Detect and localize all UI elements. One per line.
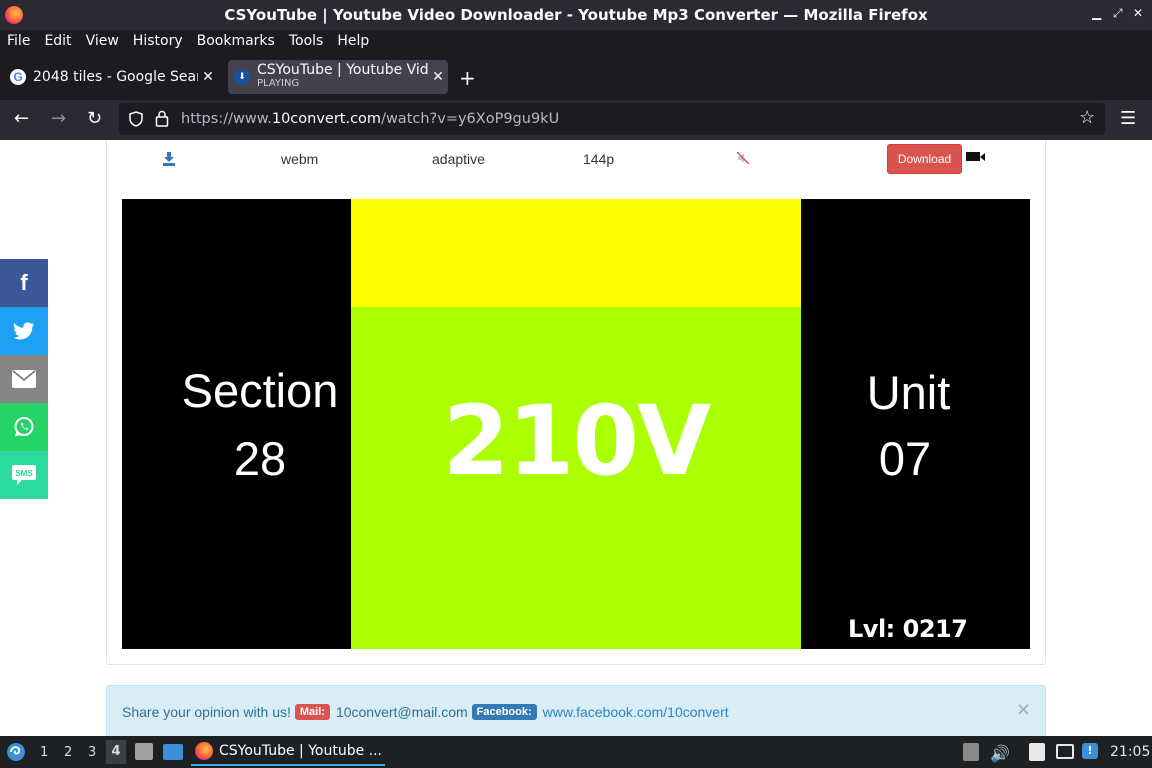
minimize-icon[interactable]: ▁ — [1092, 6, 1101, 20]
video-green-area: 210V — [351, 307, 801, 649]
tab-label: CSYouTube | Youtube Video Downloader — [257, 63, 428, 77]
format-cell: webm — [281, 151, 319, 167]
download-site-icon: ⬇ — [234, 69, 250, 85]
menu-file[interactable]: File — [7, 33, 30, 49]
email-share-button[interactable] — [0, 355, 48, 403]
file-manager-icon[interactable] — [135, 743, 153, 760]
firefox-taskbar-icon — [195, 742, 213, 760]
alert-message: Share your opinion with us! — [122, 704, 291, 720]
download-icon[interactable] — [163, 152, 175, 166]
unit-label: Unit — [866, 366, 951, 419]
facebook-share-button[interactable]: f — [0, 259, 48, 307]
video-player[interactable]: Section 28 210V Unit 07 Lvl: 0217 — [122, 199, 1030, 649]
email-icon — [12, 370, 36, 388]
level-text: Lvl: 0217 — [848, 615, 968, 643]
svg-text:SMS: SMS — [15, 469, 33, 478]
back-icon[interactable]: ← — [14, 108, 29, 129]
bookmark-star-icon[interactable]: ☆ — [1079, 107, 1095, 128]
section-number: 28 — [233, 432, 287, 485]
feedback-alert: Share your opinion with us! Mail: 10conv… — [106, 685, 1046, 736]
window-titlebar: CSYouTube | Youtube Video Downloader - Y… — [0, 0, 1152, 30]
whatsapp-share-button[interactable] — [0, 403, 48, 451]
new-tab-icon[interactable]: + — [459, 66, 476, 90]
network-icon[interactable] — [1056, 744, 1074, 759]
mail-badge: Mail: — [294, 704, 330, 720]
navigation-bar: ← → ↻ https://www.10convert.com/watch?v=… — [0, 100, 1152, 140]
alert-message-line: Share your opinion with us! Mail: 10conv… — [122, 704, 729, 720]
clipboard-icon[interactable] — [1029, 743, 1045, 761]
menu-bookmarks[interactable]: Bookmarks — [197, 33, 275, 49]
lock-icon[interactable] — [155, 110, 169, 127]
muted-audio-icon — [737, 152, 749, 164]
tab-bar: G 2048 tiles - Google Search ✕ ⬇ CSYouTu… — [0, 52, 1152, 100]
url-path: /watch?v=y6XoP9gu9kU — [381, 111, 560, 127]
show-desktop-icon[interactable] — [163, 744, 183, 760]
whatsapp-icon — [14, 417, 34, 437]
facebook-badge: Facebook: — [471, 704, 537, 720]
url-bar[interactable]: https://www.10convert.com/watch?v=y6XoP9… — [119, 103, 1105, 135]
workspace-3[interactable]: 3 — [88, 745, 96, 760]
quality-cell: 144p — [583, 151, 615, 167]
type-cell: adaptive — [432, 151, 485, 167]
url-text[interactable]: https://www.10convert.com/watch?v=y6XoP9… — [181, 111, 559, 127]
facebook-link[interactable]: www.facebook.com/10convert — [543, 704, 729, 720]
window-title: CSYouTube | Youtube Video Downloader - Y… — [224, 6, 928, 24]
url-domain: 10convert.com — [271, 111, 382, 127]
video-left-panel: Section 28 — [122, 199, 351, 649]
tab-google-search[interactable]: G 2048 tiles - Google Search ✕ — [4, 60, 218, 94]
workspace-4[interactable]: 4 — [106, 740, 126, 764]
hamburger-menu-icon[interactable]: ☰ — [1120, 108, 1136, 129]
twitter-icon — [13, 322, 35, 340]
notification-icon[interactable]: ! — [1082, 743, 1098, 759]
tab-text: CSYouTube | Youtube Video Downloader PLA… — [257, 63, 428, 91]
tab-label: 2048 tiles - Google Search — [33, 69, 198, 85]
close-alert-icon[interactable]: ✕ — [1016, 700, 1031, 721]
video-yellow-band — [351, 199, 801, 307]
menu-view[interactable]: View — [86, 33, 119, 49]
url-prefix: https://www. — [181, 111, 272, 127]
volume-icon[interactable]: 🔊 — [990, 744, 1010, 763]
start-menu-icon[interactable] — [6, 742, 26, 762]
shield-icon[interactable] — [129, 111, 143, 127]
menu-history[interactable]: History — [133, 33, 183, 49]
menu-edit[interactable]: Edit — [44, 33, 71, 49]
tray-arrow-icon[interactable] — [963, 743, 979, 761]
forward-icon[interactable]: → — [51, 108, 66, 129]
twitter-share-button[interactable] — [0, 307, 48, 355]
section-label: Section — [181, 364, 339, 417]
video-center-text: 210V — [442, 385, 712, 497]
download-button[interactable]: Download — [887, 144, 962, 174]
clock: 21:05 — [1110, 744, 1151, 760]
taskbar-firefox-app[interactable]: CSYouTube | Youtube ... — [191, 738, 385, 766]
close-tab-icon[interactable]: ✕ — [198, 69, 218, 85]
facebook-icon: f — [20, 270, 28, 295]
tab-csyoutube[interactable]: ⬇ CSYouTube | Youtube Video Downloader P… — [228, 60, 448, 94]
menu-bar: File Edit View History Bookmarks Tools H… — [0, 30, 1152, 52]
workspace-2[interactable]: 2 — [64, 745, 72, 760]
unit-number: 07 — [878, 432, 932, 485]
page-content: webm adaptive 144p Download Section 28 2… — [0, 140, 1152, 736]
menu-tools[interactable]: Tools — [289, 33, 324, 49]
sms-icon: SMS — [12, 465, 36, 485]
close-window-icon[interactable]: ✕ — [1133, 6, 1143, 20]
tab-playing-label: PLAYING — [257, 78, 300, 89]
close-tab-icon[interactable]: ✕ — [428, 69, 448, 85]
video-right-panel: Unit 07 Lvl: 0217 — [801, 199, 1030, 649]
sms-share-button[interactable]: SMS — [0, 451, 48, 499]
system-taskbar: 1 2 3 4 CSYouTube | Youtube ... 🔊 ! 21:0… — [0, 736, 1152, 768]
menu-help[interactable]: Help — [337, 33, 369, 49]
email-text: 10convert@mail.com — [335, 704, 468, 720]
video-camera-icon — [966, 152, 985, 161]
firefox-logo-icon — [5, 6, 23, 24]
restore-icon[interactable]: ⤢ — [1113, 6, 1123, 21]
taskbar-app-label: CSYouTube | Youtube ... — [219, 743, 383, 759]
format-row: webm adaptive 144p Download — [106, 140, 1046, 180]
workspace-1[interactable]: 1 — [40, 745, 48, 760]
google-icon: G — [10, 69, 26, 85]
reload-icon[interactable]: ↻ — [87, 108, 102, 129]
